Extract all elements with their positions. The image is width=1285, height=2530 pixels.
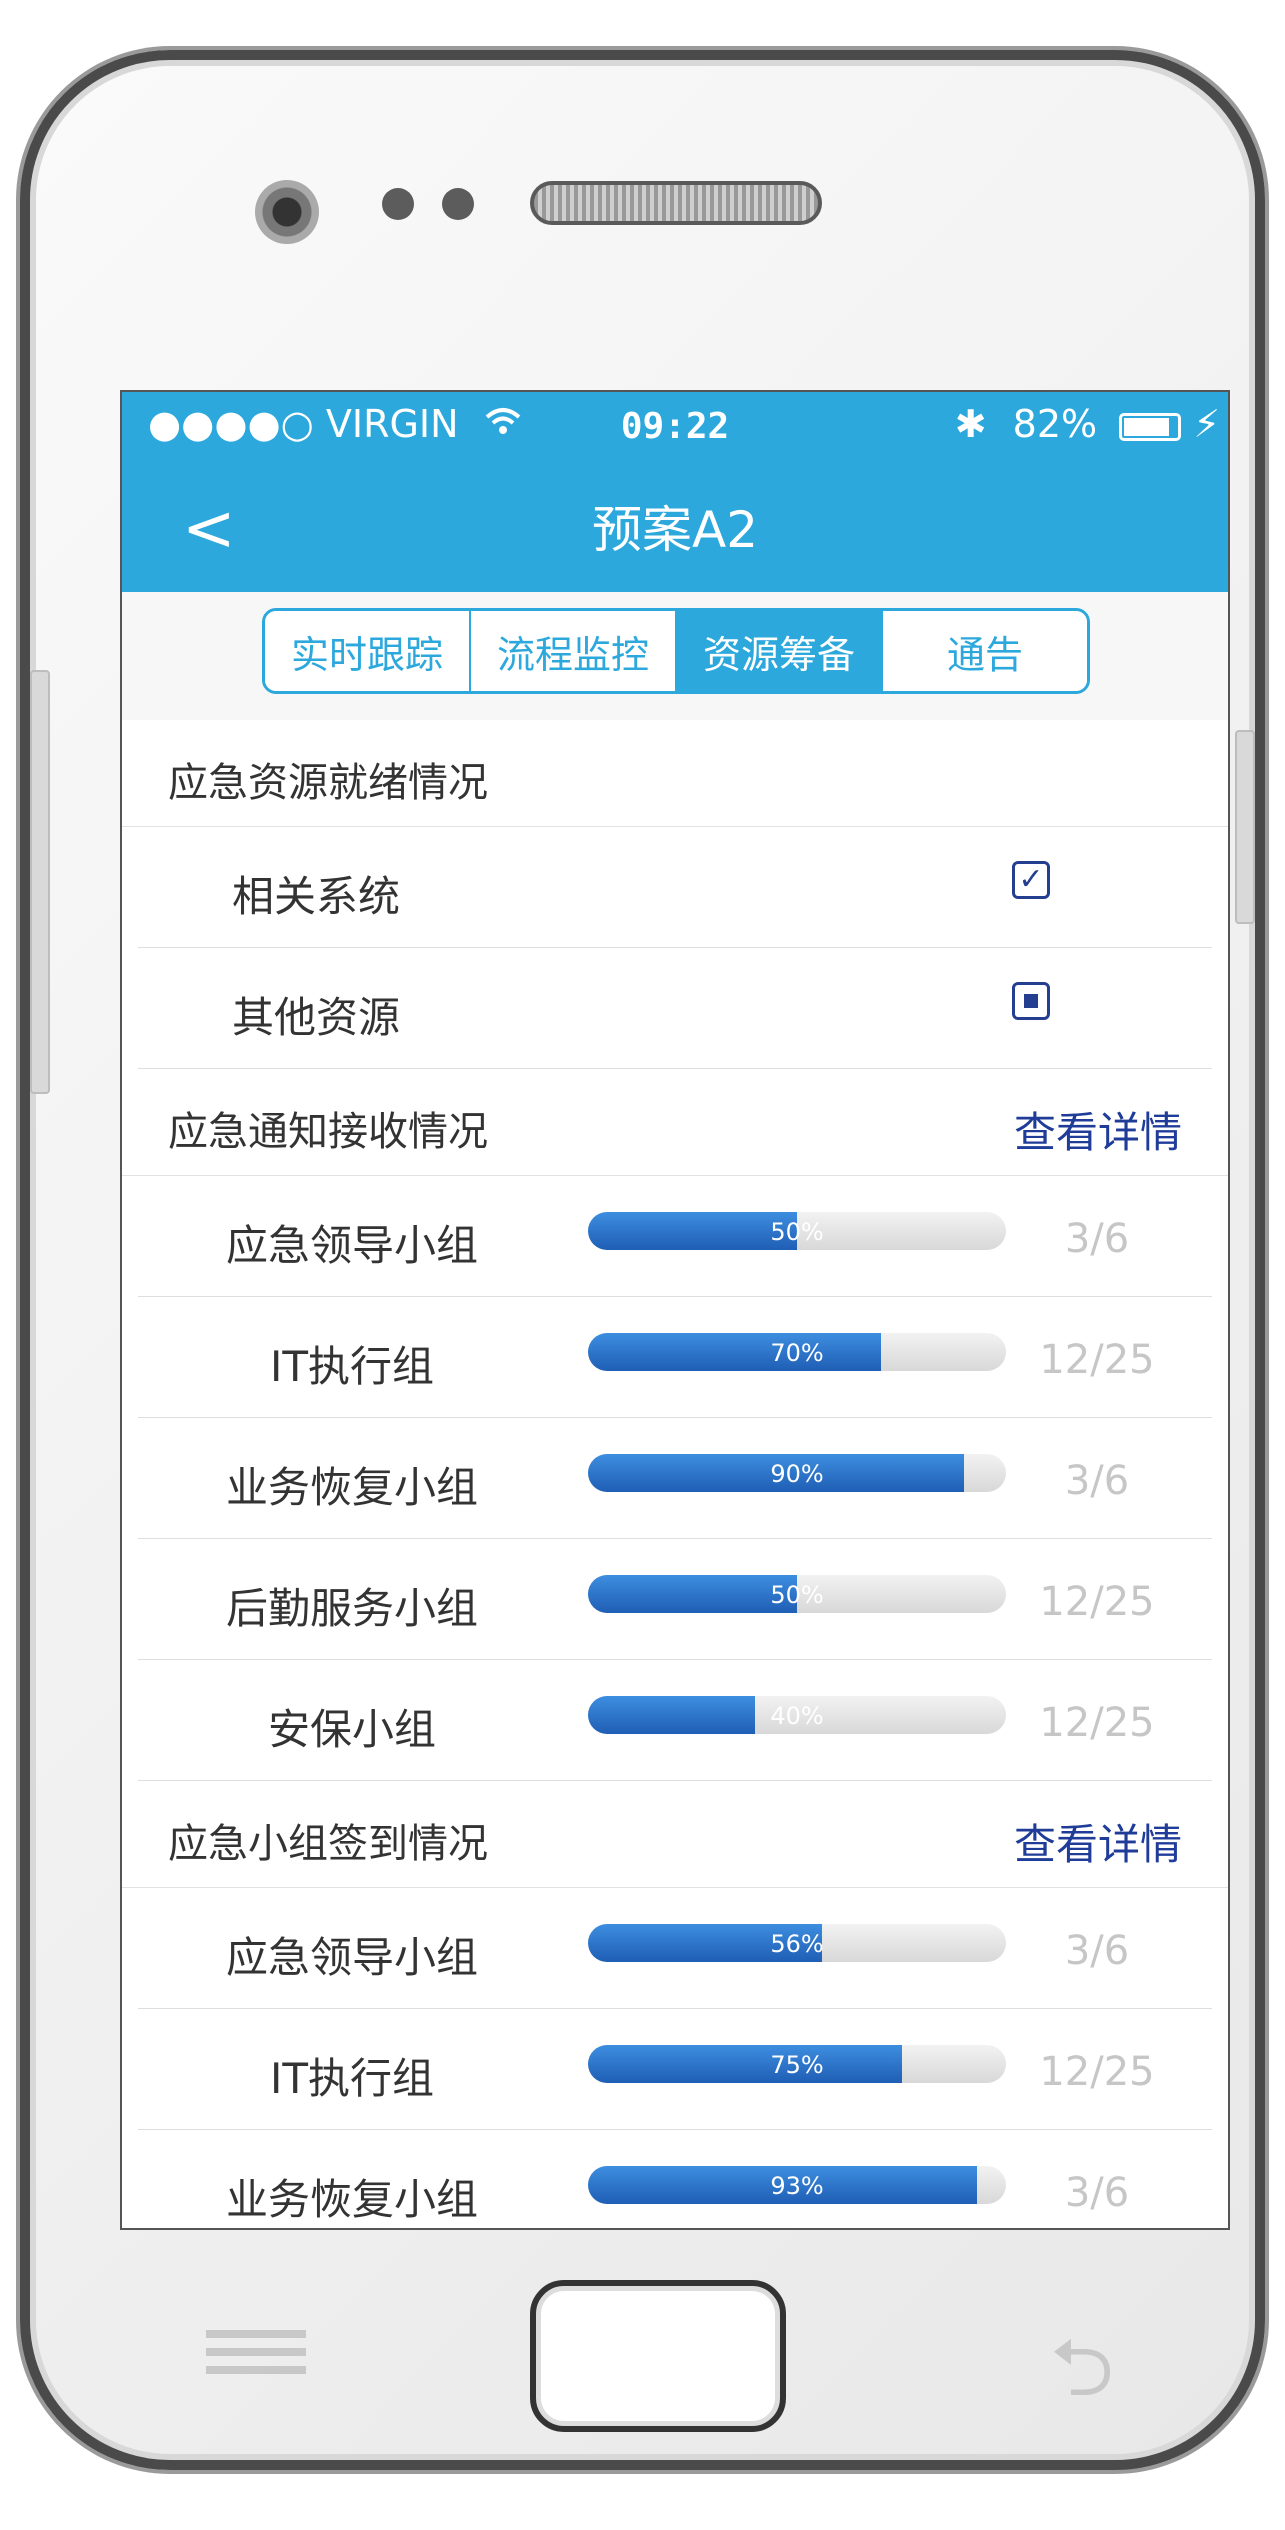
tab-bar: 实时跟踪 流程监控 资源筹备 通告 — [122, 592, 1228, 720]
progress-percent: 40% — [770, 1702, 824, 1730]
battery-icon — [1119, 412, 1182, 441]
progress-percent: 50% — [770, 1581, 824, 1609]
back-key-icon[interactable]: ⮌ — [1050, 2310, 1114, 2446]
menu-icon[interactable] — [206, 2330, 306, 2384]
progress-percent: 93% — [770, 2172, 824, 2200]
progress-count: 3/6 — [1064, 1458, 1130, 1504]
group-label: 应急领导小组 — [225, 1221, 478, 1270]
status-right: ✱ 82% ⚡ — [955, 402, 1220, 446]
progress-count: 3/6 — [1064, 1216, 1130, 1262]
group-label: 安保小组 — [267, 1705, 436, 1754]
charging-icon: ⚡ — [1193, 402, 1220, 446]
progress-row: 后勤服务小组 50% 12/25 — [122, 1539, 1228, 1660]
sensor-dot — [382, 188, 414, 220]
progress-bar: 90% — [588, 1454, 1006, 1492]
progress-bar: 93% — [588, 2166, 1006, 2204]
progress-bar: 40% — [588, 1696, 1006, 1734]
tab-realtime[interactable]: 实时跟踪 — [265, 611, 471, 691]
group-label: 应急领导小组 — [225, 1933, 478, 1982]
progress-row: 应急领导小组 50% 3/6 — [122, 1176, 1228, 1297]
section-title: 应急资源就绪情况 — [168, 760, 488, 806]
group-label: 业务恢复小组 — [225, 1463, 478, 1512]
page-title: 预案A2 — [591, 501, 758, 559]
segmented-tabs: 实时跟踪 流程监控 资源筹备 通告 — [262, 608, 1090, 694]
progress-percent: 75% — [770, 2051, 824, 2079]
group-label: 业务恢复小组 — [225, 2175, 478, 2224]
power-button[interactable] — [1235, 730, 1255, 924]
tab-notice[interactable]: 通告 — [883, 611, 1087, 691]
progress-bar: 75% — [588, 2045, 1006, 2083]
progress-row: IT执行组 75% 12/25 — [122, 2009, 1228, 2130]
item-label: 其他资源 — [232, 993, 401, 1042]
bluetooth-icon: ✱ — [954, 402, 987, 446]
progress-count: 3/6 — [1064, 1928, 1130, 1974]
volume-button[interactable] — [30, 670, 50, 1094]
section-notify: 应急通知接收情况 查看详情 — [122, 1069, 1228, 1176]
progress-row: 业务恢复小组 93% 3/6 — [122, 2130, 1228, 2228]
section-title: 应急通知接收情况 — [168, 1109, 488, 1155]
progress-row: IT执行组 70% 12/25 — [122, 1297, 1228, 1418]
progress-count: 12/25 — [1039, 1337, 1155, 1383]
group-label: IT执行组 — [269, 1342, 435, 1391]
tab-resources[interactable]: 资源筹备 — [677, 611, 883, 691]
checkbox-partial-icon[interactable] — [1012, 982, 1050, 1020]
home-button[interactable] — [530, 2280, 786, 2432]
section-title: 应急小组签到情况 — [168, 1821, 488, 1867]
progress-count: 12/25 — [1039, 1700, 1155, 1746]
screen: ●●●●○ VIRGIN 09:22 ✱ 82% ⚡ < 预案A2 实时跟踪 流… — [120, 390, 1230, 2230]
sensor-dot — [442, 188, 474, 220]
list-item[interactable]: 相关系统 ✓ — [122, 827, 1228, 948]
hardware-buttons: ⮌ — [30, 2240, 1255, 2440]
tab-process[interactable]: 流程监控 — [471, 611, 677, 691]
item-label: 相关系统 — [232, 872, 401, 921]
group-label: IT执行组 — [269, 2054, 435, 2103]
status-bar: ●●●●○ VIRGIN 09:22 ✱ 82% ⚡ — [122, 392, 1228, 462]
progress-row: 业务恢复小组 90% 3/6 — [122, 1418, 1228, 1539]
battery-percent: 82% — [1012, 402, 1098, 446]
progress-bar: 56% — [588, 1924, 1006, 1962]
phone-frame: ●●●●○ VIRGIN 09:22 ✱ 82% ⚡ < 预案A2 实时跟踪 流… — [20, 50, 1265, 2470]
checkbox-checked-icon[interactable]: ✓ — [1012, 861, 1050, 899]
list-item[interactable]: 其他资源 — [122, 948, 1228, 1069]
progress-percent: 50% — [770, 1218, 824, 1246]
earpiece-speaker — [530, 181, 822, 225]
progress-count: 3/6 — [1064, 2170, 1130, 2216]
section-readiness: 应急资源就绪情况 — [122, 720, 1228, 827]
progress-row: 应急领导小组 56% 3/6 — [122, 1888, 1228, 2009]
progress-bar: 70% — [588, 1333, 1006, 1371]
progress-percent: 70% — [770, 1339, 824, 1367]
progress-bar: 50% — [588, 1212, 1006, 1250]
front-camera — [255, 180, 319, 244]
progress-count: 12/25 — [1039, 1579, 1155, 1625]
content: 应急资源就绪情况 相关系统 ✓ 其他资源 应急通知接收情况 查看详情 应急领导小… — [122, 720, 1228, 2228]
nav-bar: < 预案A2 — [122, 462, 1228, 592]
progress-bar: 50% — [588, 1575, 1006, 1613]
view-details-link[interactable]: 查看详情 — [1014, 1099, 1182, 1160]
progress-percent: 90% — [770, 1460, 824, 1488]
progress-percent: 56% — [770, 1930, 824, 1958]
view-details-link[interactable]: 查看详情 — [1014, 1811, 1182, 1872]
group-label: 后勤服务小组 — [225, 1584, 478, 1633]
progress-count: 12/25 — [1039, 2049, 1155, 2095]
progress-row: 安保小组 40% 12/25 — [122, 1660, 1228, 1781]
section-signin: 应急小组签到情况 查看详情 — [122, 1781, 1228, 1888]
